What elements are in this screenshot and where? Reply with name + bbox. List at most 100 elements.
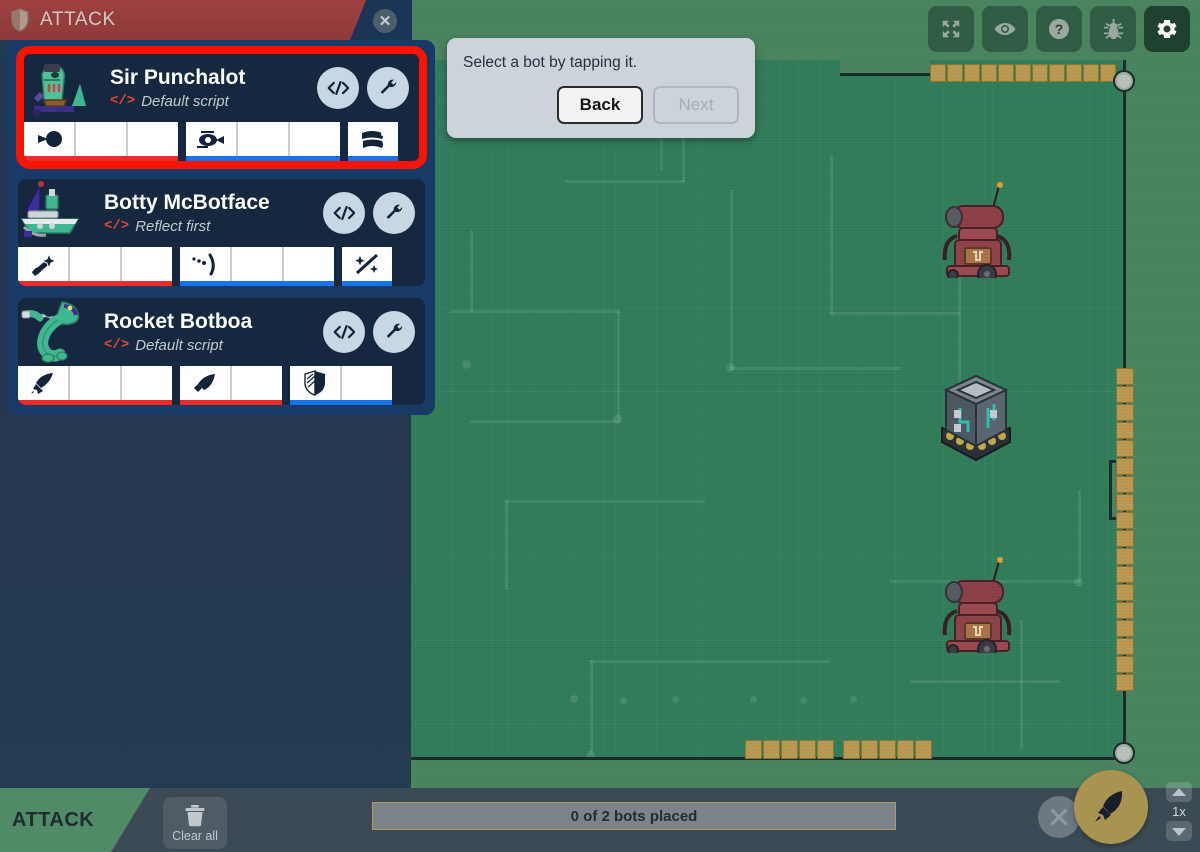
stat-cell[interactable] bbox=[128, 122, 178, 156]
bot-meta: Botty McBotface </> Reflect first bbox=[86, 191, 323, 234]
board-pad bbox=[570, 695, 578, 703]
bot-card[interactable]: Rocket Botboa </> Default script bbox=[18, 298, 425, 405]
bot-script-name: Default script bbox=[135, 336, 223, 354]
stat-cell[interactable] bbox=[70, 366, 120, 400]
stat-cell[interactable] bbox=[70, 247, 120, 281]
stat-group[interactable] bbox=[180, 247, 334, 286]
shield-icon bbox=[11, 8, 29, 32]
svg-text:?: ? bbox=[1055, 21, 1064, 37]
stat-cell[interactable] bbox=[290, 366, 340, 400]
stat-underline bbox=[348, 156, 398, 161]
stat-group[interactable] bbox=[342, 247, 392, 286]
stat-group[interactable] bbox=[186, 122, 340, 161]
board-trace bbox=[910, 680, 1060, 683]
board-trace bbox=[505, 500, 705, 503]
bot-script-row: </> Default script bbox=[104, 337, 323, 354]
board-pad bbox=[620, 697, 627, 704]
board-pad bbox=[586, 751, 595, 757]
back-button[interactable]: Back bbox=[557, 86, 643, 124]
close-icon[interactable]: ✕ bbox=[373, 9, 397, 33]
rocket-icon bbox=[1095, 791, 1123, 822]
launch-button[interactable] bbox=[1074, 770, 1148, 844]
deflect-arc-icon bbox=[192, 253, 215, 276]
connector-fingers-top bbox=[930, 64, 1116, 82]
speed-down-button[interactable] bbox=[1166, 821, 1192, 841]
stat-cell[interactable] bbox=[284, 247, 334, 281]
stat-underline bbox=[24, 156, 178, 161]
board-trace bbox=[565, 180, 685, 183]
bot-card[interactable]: Sir Punchalot </> Default script bbox=[16, 46, 427, 169]
board-trace bbox=[505, 500, 508, 590]
bot-script-name: Reflect first bbox=[135, 217, 211, 235]
objective-tower[interactable] bbox=[930, 368, 1022, 466]
stat-cell[interactable] bbox=[232, 366, 282, 400]
stat-cell[interactable] bbox=[76, 122, 126, 156]
stat-group[interactable] bbox=[180, 366, 282, 405]
stat-underline bbox=[180, 281, 334, 286]
enemy-tank-bot[interactable] bbox=[935, 553, 1019, 653]
close-icon bbox=[1051, 809, 1067, 825]
stat-cell[interactable] bbox=[122, 247, 172, 281]
edit-code-button[interactable] bbox=[323, 311, 365, 353]
board-trace bbox=[590, 660, 593, 755]
stat-cell[interactable] bbox=[180, 247, 230, 281]
speed-up-button[interactable] bbox=[1166, 782, 1192, 802]
enemy-tank-bot[interactable] bbox=[935, 178, 1019, 278]
stat-group[interactable] bbox=[18, 247, 172, 286]
placement-progress-text: 0 of 2 bots placed bbox=[570, 807, 698, 825]
bot-actions bbox=[317, 67, 419, 109]
bot-meta: Rocket Botboa </> Default script bbox=[86, 310, 323, 353]
stat-cell[interactable] bbox=[186, 122, 236, 156]
fullscreen-button[interactable] bbox=[928, 6, 974, 52]
bot-name: Sir Punchalot bbox=[110, 66, 246, 90]
sparkle-slash-icon bbox=[355, 253, 379, 275]
stat-cell[interactable] bbox=[342, 247, 392, 281]
tutorial-message: Select a bot by tapping it. bbox=[463, 54, 638, 71]
debug-button[interactable] bbox=[1090, 6, 1136, 52]
edit-code-button[interactable] bbox=[317, 67, 359, 109]
board-pad bbox=[850, 696, 857, 703]
board-pad bbox=[726, 363, 735, 372]
board-pad bbox=[750, 696, 757, 703]
stat-group[interactable] bbox=[348, 122, 398, 161]
board-trace bbox=[470, 420, 620, 423]
stat-cell[interactable] bbox=[18, 247, 68, 281]
stat-group[interactable] bbox=[24, 122, 178, 161]
avatar bbox=[18, 298, 86, 366]
stat-group[interactable] bbox=[290, 366, 392, 405]
stat-cell[interactable] bbox=[180, 366, 230, 400]
phase-tab-attack[interactable]: ATTACK bbox=[0, 788, 150, 852]
stat-cell[interactable] bbox=[290, 122, 340, 156]
stat-group[interactable] bbox=[18, 366, 172, 405]
speed-control: 1x bbox=[1164, 782, 1194, 841]
configure-button[interactable] bbox=[373, 192, 415, 234]
bot-card-header: Botty McBotface </> Reflect first bbox=[18, 179, 425, 247]
board-pad bbox=[462, 360, 471, 369]
stat-cell[interactable] bbox=[18, 366, 68, 400]
visibility-button[interactable] bbox=[982, 6, 1028, 52]
board-step bbox=[840, 60, 930, 76]
clear-all-button[interactable]: Clear all bbox=[163, 797, 227, 849]
stat-cell[interactable] bbox=[348, 122, 398, 156]
help-button[interactable]: ? bbox=[1036, 6, 1082, 52]
edit-code-button[interactable] bbox=[323, 192, 365, 234]
stat-cell[interactable] bbox=[24, 122, 74, 156]
board-trace bbox=[470, 230, 473, 312]
configure-button[interactable] bbox=[373, 311, 415, 353]
game-screen: ? ATTACK ✕ Sir Punchalot </> Default scr… bbox=[0, 0, 1200, 852]
stat-cell[interactable] bbox=[342, 366, 392, 400]
stat-cell[interactable] bbox=[238, 122, 288, 156]
stat-cell[interactable] bbox=[122, 366, 172, 400]
bot-card[interactable]: Botty McBotface </> Reflect first bbox=[18, 179, 425, 286]
sidebar-title: ATTACK bbox=[40, 9, 116, 30]
avatar bbox=[18, 179, 86, 247]
clear-all-label: Clear all bbox=[172, 828, 218, 843]
board-trace bbox=[730, 367, 900, 370]
settings-button[interactable] bbox=[1144, 6, 1190, 52]
board-trace bbox=[450, 310, 620, 313]
stat-cell[interactable] bbox=[232, 247, 282, 281]
connector-fingers-bottom bbox=[745, 740, 932, 759]
chevron-up-icon bbox=[1172, 787, 1186, 796]
chevron-down-icon bbox=[1172, 827, 1186, 836]
configure-button[interactable] bbox=[367, 67, 409, 109]
